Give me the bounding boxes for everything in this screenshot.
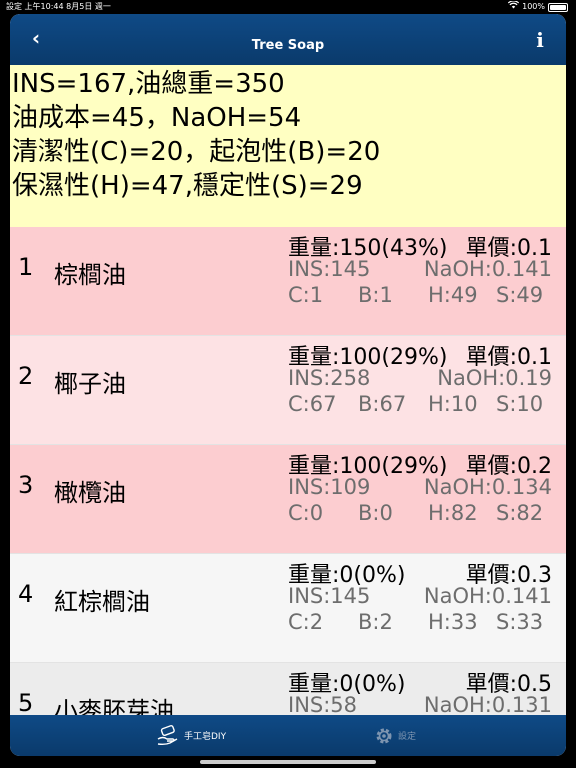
- summary-line-4: 保濕性(H)=47,穩定性(S)=29: [12, 171, 363, 201]
- oil-b: B:1: [358, 283, 393, 307]
- tab-settings-label: 設定: [398, 732, 417, 742]
- oil-index: 2: [18, 362, 34, 390]
- tab-bar: 手工皂DIY 設定: [10, 715, 566, 756]
- status-bar: 設定 上午10:44 8月5日 週一 100%: [0, 0, 576, 14]
- app-window: ‹ Tree Soap i INS=167,油總重=350 油成本=45，NaO…: [10, 14, 566, 756]
- oil-ins: INS:258: [288, 366, 371, 390]
- oil-b: B:0: [358, 501, 393, 525]
- oil-c: C:2: [288, 610, 324, 634]
- oil-s: S:49: [496, 283, 544, 307]
- oil-row[interactable]: 4 紅棕櫚油 重量:0(0%) 單價:0.3 INS:145 NaOH:0.141 …: [10, 554, 566, 663]
- status-right: 100%: [508, 0, 568, 14]
- oil-row[interactable]: 5 小麥胚芽油 重量:0(0%) 單價:0.5 INS:58 NaOH:0.131: [10, 663, 566, 715]
- oil-ins: INS:109: [288, 475, 371, 499]
- gear-icon: [374, 726, 394, 746]
- oil-index: 5: [18, 689, 34, 715]
- info-button[interactable]: i: [528, 26, 552, 52]
- oil-naoh: NaOH:0.19: [437, 366, 552, 390]
- oil-naoh: NaOH:0.141: [423, 584, 552, 608]
- oil-b: B:2: [358, 610, 393, 634]
- oil-h: H:33: [428, 610, 478, 634]
- oil-ins: INS:145: [288, 584, 371, 608]
- oil-naoh: NaOH:0.134: [423, 475, 552, 499]
- oil-s: S:82: [496, 501, 544, 525]
- oil-name: 小麥胚芽油: [54, 697, 174, 715]
- oil-index: 1: [18, 253, 34, 281]
- oil-ins: INS:145: [288, 257, 371, 281]
- navigation-bar: ‹ Tree Soap i: [10, 14, 566, 65]
- status-left: 設定 上午10:44 8月5日 週一: [6, 2, 111, 11]
- oil-h: H:49: [428, 283, 478, 307]
- oil-ins: INS:58: [288, 693, 358, 715]
- battery-icon: [548, 2, 568, 12]
- soap-summary: INS=167,油總重=350 油成本=45，NaOH=54 清潔性(C)=20…: [10, 65, 566, 227]
- soap-hand-icon: [156, 724, 180, 747]
- oil-s: S:10: [496, 392, 544, 416]
- oil-h: H:82: [428, 501, 478, 525]
- oil-row[interactable]: 3 橄欖油 重量:100(29%) 單價:0.2 INS:109 NaOH:0.13…: [10, 445, 566, 554]
- oil-naoh: NaOH:0.131: [423, 693, 552, 715]
- tab-soap-diy-label: 手工皂DIY: [184, 732, 227, 742]
- oil-naoh: NaOH:0.141: [423, 257, 552, 281]
- home-indicator[interactable]: [200, 760, 376, 764]
- oil-index: 3: [18, 471, 34, 499]
- oil-list[interactable]: 1 棕櫚油 重量:150(43%) 單價:0.1 INS:145 NaOH:0.14…: [10, 227, 566, 715]
- summary-line-1: INS=167,油總重=350: [12, 69, 285, 99]
- oil-name: 橄欖油: [54, 479, 126, 507]
- oil-name: 棕櫚油: [54, 261, 126, 289]
- summary-line-3: 清潔性(C)=20，起泡性(B)=20: [12, 137, 381, 167]
- oil-name: 紅棕櫚油: [54, 588, 150, 616]
- oil-c: C:0: [288, 501, 324, 525]
- battery-percent: 100%: [522, 2, 545, 11]
- oil-index: 4: [18, 580, 34, 608]
- summary-line-2: 油成本=45，NaOH=54: [12, 103, 302, 133]
- oil-c: C:67: [288, 392, 337, 416]
- wifi-icon: [508, 0, 520, 14]
- oil-row[interactable]: 2 椰子油 重量:100(29%) 單價:0.1 INS:258 NaOH:0.19…: [10, 336, 566, 445]
- tab-settings[interactable]: 設定: [374, 715, 416, 756]
- oil-name: 椰子油: [54, 370, 126, 398]
- oil-s: S:33: [496, 610, 544, 634]
- oil-c: C:1: [288, 283, 324, 307]
- page-title: Tree Soap: [251, 38, 325, 53]
- oil-h: H:10: [428, 392, 478, 416]
- oil-row[interactable]: 1 棕櫚油 重量:150(43%) 單價:0.1 INS:145 NaOH:0.14…: [10, 227, 566, 336]
- oil-b: B:67: [358, 392, 407, 416]
- tab-soap-diy[interactable]: 手工皂DIY: [156, 715, 226, 756]
